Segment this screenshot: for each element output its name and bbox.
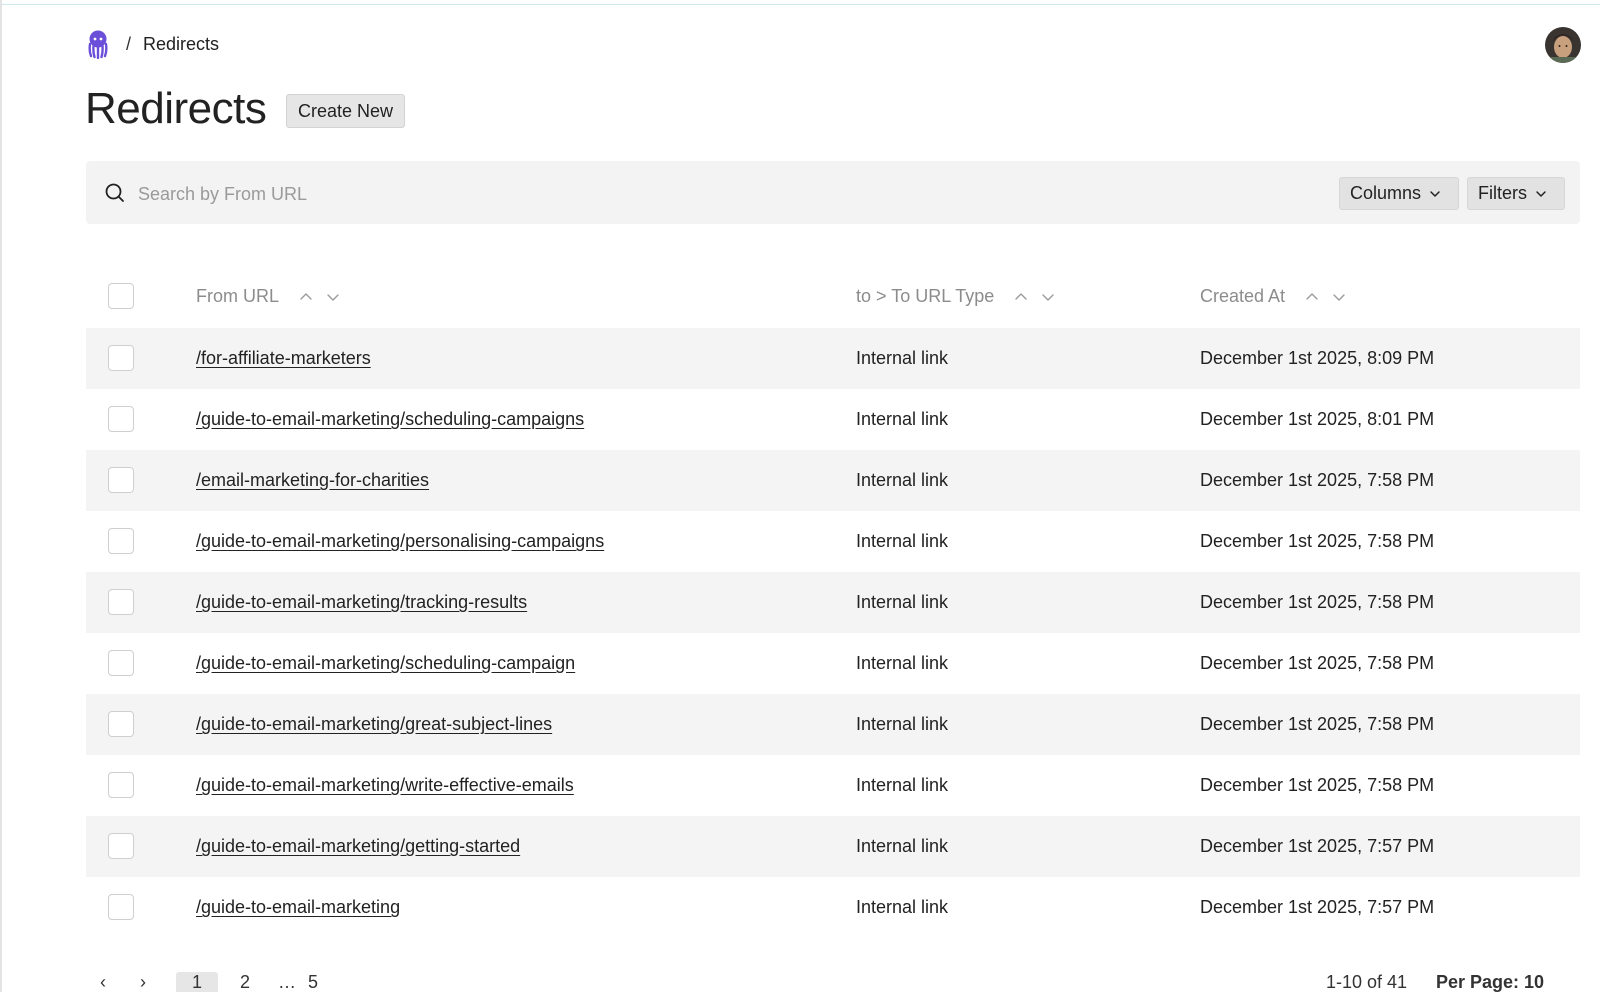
to-url-type: Internal link (856, 470, 949, 490)
from-url-link[interactable]: /guide-to-email-marketing/tracking-resul… (196, 592, 527, 612)
create-new-button[interactable]: Create New (286, 94, 406, 128)
page-ellipsis: … (278, 972, 296, 992)
row-checkbox[interactable] (108, 467, 134, 493)
select-all-checkbox[interactable] (108, 283, 134, 309)
created-at: December 1st 2025, 7:57 PM (1200, 836, 1435, 856)
to-url-type: Internal link (856, 897, 949, 917)
breadcrumb: / Redirects (86, 28, 219, 60)
to-url-type: Internal link (856, 348, 949, 368)
row-checkbox[interactable] (108, 345, 134, 371)
column-header-label: From URL (196, 286, 280, 306)
created-at: December 1st 2025, 7:58 PM (1200, 531, 1435, 551)
search-input[interactable] (136, 173, 840, 215)
table-row: /guide-to-email-marketing/personalising-… (86, 511, 1580, 572)
next-page-button[interactable]: › (140, 972, 146, 992)
table-row: /guide-to-email-marketing/tracking-resul… (86, 572, 1580, 633)
page-5-button[interactable]: 5 (308, 972, 318, 992)
row-checkbox[interactable] (108, 772, 134, 798)
row-checkbox[interactable] (108, 406, 134, 432)
octopus-logo-icon[interactable] (86, 28, 110, 60)
search-toolbar: Columns Filters (86, 161, 1580, 224)
from-url-link[interactable]: /email-marketing-for-charities (196, 470, 429, 490)
prev-page-button[interactable]: ‹ (100, 972, 106, 992)
to-url-type: Internal link (856, 653, 949, 673)
from-url-link[interactable]: /guide-to-email-marketing/scheduling-cam… (196, 409, 584, 429)
chevron-down-icon (1430, 190, 1440, 197)
to-url-type: Internal link (856, 714, 949, 734)
page-2-button[interactable]: 2 (240, 972, 250, 992)
page-1-button[interactable]: 1 (192, 972, 202, 992)
left-border (0, 0, 2, 992)
from-url-link[interactable]: /guide-to-email-marketing (196, 897, 400, 917)
table-row: /guide-to-email-marketing/scheduling-cam… (86, 389, 1580, 450)
from-url-link[interactable]: /for-affiliate-marketers (196, 348, 371, 368)
avatar[interactable] (1545, 27, 1581, 63)
from-url-link[interactable]: /guide-to-email-marketing/great-subject-… (196, 714, 552, 734)
breadcrumb-current: Redirects (143, 33, 220, 54)
created-at: December 1st 2025, 8:01 PM (1200, 409, 1435, 429)
to-url-type: Internal link (856, 836, 949, 856)
created-at: December 1st 2025, 7:58 PM (1200, 470, 1435, 490)
column-header-to-url-type: to > To URL Type (856, 286, 1055, 307)
breadcrumb-separator: / (126, 33, 132, 54)
created-at: December 1st 2025, 7:58 PM (1200, 653, 1435, 673)
search-icon (103, 181, 127, 205)
table-row: /email-marketing-for-charities Internal … (86, 450, 1580, 511)
column-header-label: to > To URL Type (856, 286, 995, 306)
sort-desc-icon[interactable] (1041, 290, 1055, 304)
row-checkbox[interactable] (108, 528, 134, 554)
table-row: /guide-to-email-marketing/write-effectiv… (86, 755, 1580, 816)
sort-asc-icon[interactable] (299, 290, 313, 304)
row-checkbox[interactable] (108, 833, 134, 859)
to-url-type: Internal link (856, 775, 949, 795)
filters-button[interactable]: Filters (1467, 177, 1565, 210)
columns-label: Columns (1350, 183, 1422, 203)
sort-controls (1305, 290, 1346, 304)
to-url-type: Internal link (856, 592, 949, 612)
table-row: /guide-to-email-marketing Internal link … (86, 877, 1580, 938)
from-url-link[interactable]: /guide-to-email-marketing/scheduling-cam… (196, 653, 575, 673)
table-row: /for-affiliate-marketers Internal link D… (86, 328, 1580, 389)
table-header: From URL to > To URL Type Created At (86, 266, 1580, 328)
redirects-table: From URL to > To URL Type Created At /fo… (86, 266, 1580, 938)
page-range: 1-10 of 41 (1326, 972, 1408, 992)
filters-label: Filters (1478, 183, 1527, 203)
pagination: ‹ › 1 2 … 5 1-10 of 41 Per Page: 10 (86, 972, 1580, 992)
row-checkbox[interactable] (108, 894, 134, 920)
from-url-link[interactable]: /guide-to-email-marketing/getting-starte… (196, 836, 520, 856)
table-row: /guide-to-email-marketing/scheduling-cam… (86, 633, 1580, 694)
row-checkbox[interactable] (108, 589, 134, 615)
per-page-select[interactable]: Per Page: 10 (1436, 972, 1544, 992)
table-row: /guide-to-email-marketing/getting-starte… (86, 816, 1580, 877)
sort-asc-icon[interactable] (1014, 290, 1028, 304)
columns-button[interactable]: Columns (1339, 177, 1459, 210)
created-at: December 1st 2025, 8:09 PM (1200, 348, 1435, 368)
page-title: Redirects (85, 84, 267, 133)
sort-desc-icon[interactable] (1332, 290, 1346, 304)
from-url-link[interactable]: /guide-to-email-marketing/write-effectiv… (196, 775, 574, 795)
created-at: December 1st 2025, 7:57 PM (1200, 897, 1435, 917)
to-url-type: Internal link (856, 409, 949, 429)
column-header-label: Created At (1200, 286, 1286, 306)
row-checkbox[interactable] (108, 711, 134, 737)
from-url-link[interactable]: /guide-to-email-marketing/personalising-… (196, 531, 604, 551)
sort-desc-icon[interactable] (326, 290, 340, 304)
sort-controls (299, 290, 340, 304)
chevron-down-icon (1536, 190, 1546, 197)
created-at: December 1st 2025, 7:58 PM (1200, 714, 1435, 734)
created-at: December 1st 2025, 7:58 PM (1200, 592, 1435, 612)
to-url-type: Internal link (856, 531, 949, 551)
column-header-created-at: Created At (1200, 286, 1346, 307)
column-header-from-url: From URL (196, 286, 340, 307)
sort-asc-icon[interactable] (1305, 290, 1319, 304)
top-border (0, 0, 1600, 5)
created-at: December 1st 2025, 7:58 PM (1200, 775, 1435, 795)
row-checkbox[interactable] (108, 650, 134, 676)
sort-controls (1014, 290, 1055, 304)
table-row: /guide-to-email-marketing/great-subject-… (86, 694, 1580, 755)
